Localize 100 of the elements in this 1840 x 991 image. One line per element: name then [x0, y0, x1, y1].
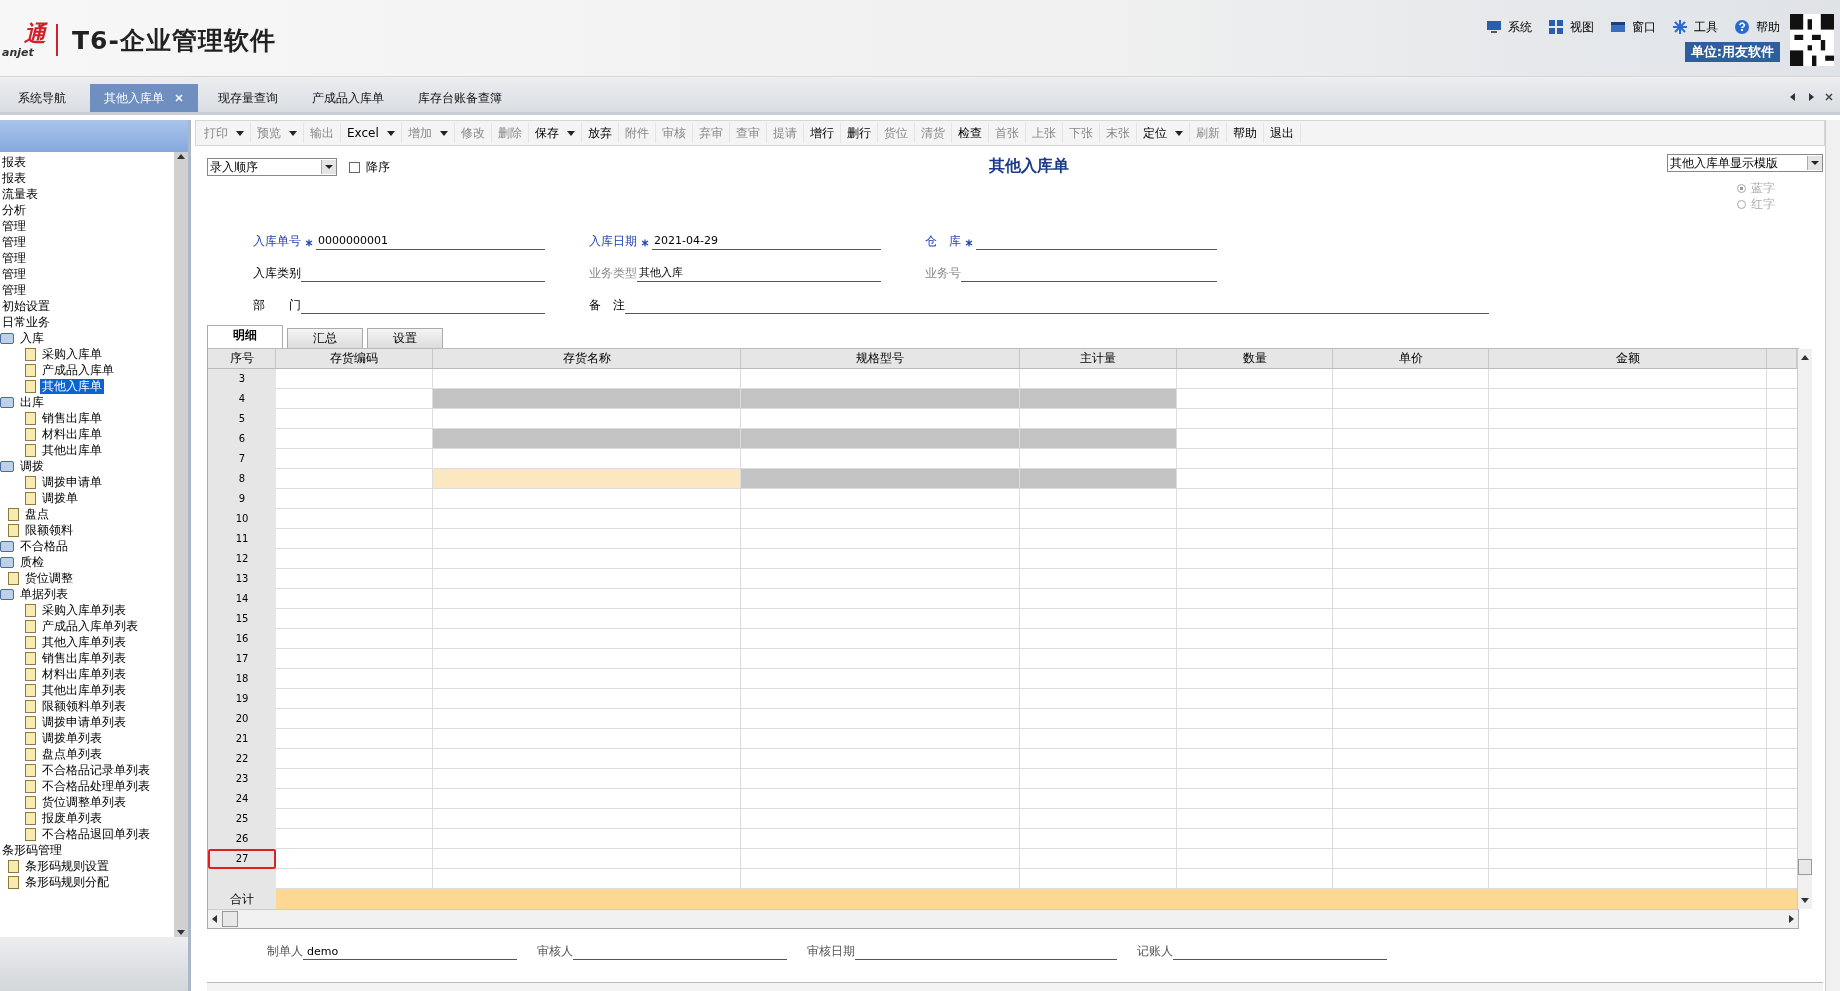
table-cell[interactable] [433, 629, 741, 649]
table-cell[interactable] [1333, 589, 1489, 609]
table-cell[interactable] [741, 649, 1020, 669]
table-cell[interactable] [276, 849, 433, 869]
table-cell[interactable] [1020, 829, 1177, 849]
tree-item[interactable]: 日常业务 [0, 314, 52, 330]
table-cell[interactable] [276, 649, 433, 669]
menu-item[interactable]: 工具 [1672, 18, 1718, 36]
table-cell[interactable] [433, 769, 741, 789]
table-cell[interactable] [1489, 629, 1767, 649]
tree-item[interactable]: 质检 [18, 554, 46, 570]
table-cell[interactable] [741, 689, 1020, 709]
tree-item[interactable]: 管理 [0, 282, 28, 298]
table-cell[interactable] [741, 729, 1020, 749]
table-cell[interactable] [1177, 729, 1333, 749]
table-cell[interactable] [433, 669, 741, 689]
tree-item[interactable]: 材料出库单列表 [40, 666, 128, 682]
caret-icon[interactable] [386, 130, 395, 136]
tree-item[interactable]: 调拨单 [40, 490, 80, 506]
table-cell[interactable] [276, 449, 433, 469]
table-cell[interactable] [1020, 609, 1177, 629]
tree-item[interactable]: 不合格品记录单列表 [40, 762, 152, 778]
table-cell[interactable] [1177, 649, 1333, 669]
table-cell[interactable] [276, 629, 433, 649]
table-cell[interactable] [1333, 549, 1489, 569]
tree-item[interactable]: 调拨单列表 [40, 730, 104, 746]
table-cell[interactable] [433, 529, 741, 549]
table-cell[interactable] [1020, 769, 1177, 789]
table-cell[interactable] [1489, 389, 1767, 409]
toolbar-button[interactable]: 增行 [803, 123, 841, 143]
tree-item[interactable]: 限额领料 [23, 522, 75, 538]
table-cell[interactable] [1020, 749, 1177, 769]
table-cell[interactable] [1489, 529, 1767, 549]
table-cell[interactable] [276, 669, 433, 689]
input-field[interactable]: 2021-04-29 [652, 234, 881, 250]
table-cell[interactable] [741, 609, 1020, 629]
table-cell[interactable] [1020, 489, 1177, 509]
table-cell[interactable] [1333, 569, 1489, 589]
table-cell[interactable] [1177, 749, 1333, 769]
table-cell[interactable] [1333, 689, 1489, 709]
table-cell[interactable] [276, 729, 433, 749]
tree-item[interactable]: 其他出库单列表 [40, 682, 128, 698]
tree-item[interactable]: 报表 [0, 154, 28, 170]
table-cell[interactable] [276, 489, 433, 509]
column-header[interactable]: 主计量 [1020, 349, 1177, 369]
scroll-left-icon[interactable] [1788, 92, 1798, 102]
table-cell[interactable] [1489, 769, 1767, 789]
table-cell[interactable] [433, 489, 741, 509]
column-header[interactable]: 数量 [1177, 349, 1333, 369]
table-cell[interactable] [1489, 569, 1767, 589]
table-cell[interactable] [1177, 589, 1333, 609]
tree-item[interactable]: 货位调整 [23, 570, 75, 586]
table-cell[interactable] [276, 829, 433, 849]
table-cell[interactable] [1020, 549, 1177, 569]
table-cell[interactable] [1489, 429, 1767, 449]
tree-item[interactable]: 入库 [18, 330, 46, 346]
table-cell[interactable] [433, 689, 741, 709]
table-cell[interactable] [741, 849, 1020, 869]
tab[interactable]: 系统导航 [0, 84, 84, 112]
tab[interactable]: 设置 [367, 328, 443, 348]
table-cell[interactable] [276, 529, 433, 549]
table-cell[interactable] [1177, 429, 1333, 449]
tree-item[interactable]: 分析 [0, 202, 28, 218]
tree-item[interactable]: 销售出库单 [40, 410, 104, 426]
table-cell[interactable] [1489, 449, 1767, 469]
table-cell[interactable] [1020, 649, 1177, 669]
table-cell[interactable] [276, 409, 433, 429]
scroll-thumb[interactable] [1798, 859, 1812, 875]
tree-item[interactable]: 产成品入库单 [40, 362, 116, 378]
table-cell[interactable] [1489, 789, 1767, 809]
table-cell[interactable] [1020, 529, 1177, 549]
tree-item[interactable]: 初始设置 [0, 298, 52, 314]
toolbar-button[interactable]: Excel [341, 123, 402, 143]
table-cell[interactable] [1333, 749, 1489, 769]
horizontal-scrollbar[interactable] [207, 982, 1823, 991]
tree-item[interactable]: 出库 [18, 394, 46, 410]
table-cell[interactable] [1489, 849, 1767, 869]
table-cell[interactable] [741, 509, 1020, 529]
table-cell[interactable] [1177, 569, 1333, 589]
table-cell[interactable] [1177, 369, 1333, 389]
table-cell[interactable] [1177, 529, 1333, 549]
table-cell[interactable] [1489, 469, 1767, 489]
table-cell[interactable] [1020, 689, 1177, 709]
input-field[interactable]: 0000000001 [316, 234, 545, 250]
table-cell[interactable] [1177, 629, 1333, 649]
table-cell[interactable] [433, 829, 741, 849]
table-cell[interactable] [741, 769, 1020, 789]
table-cell[interactable] [1177, 769, 1333, 789]
table-cell[interactable] [1489, 589, 1767, 609]
table-cell[interactable] [1489, 729, 1767, 749]
table-cell[interactable] [1020, 669, 1177, 689]
tree-item[interactable]: 不合格品退回单列表 [40, 826, 152, 842]
table-cell[interactable] [741, 529, 1020, 549]
table-cell[interactable] [433, 849, 741, 869]
table-cell[interactable] [433, 569, 741, 589]
table-cell[interactable] [1333, 469, 1489, 489]
table-cell[interactable] [1489, 509, 1767, 529]
table-cell[interactable] [1177, 389, 1333, 409]
table-cell[interactable] [1177, 789, 1333, 809]
table-cell[interactable] [276, 549, 433, 569]
